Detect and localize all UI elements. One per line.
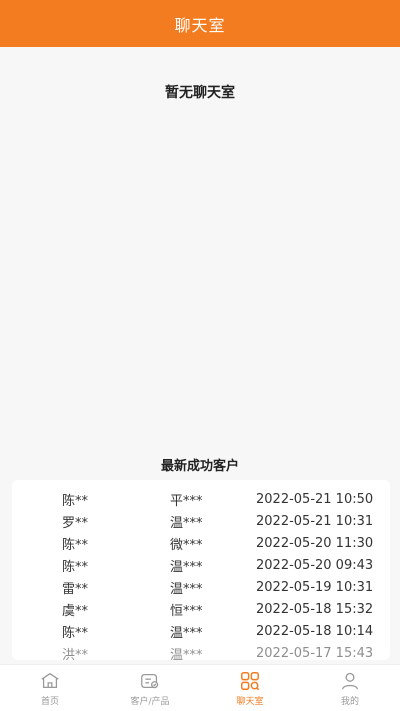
user-icon: [342, 672, 358, 689]
customer-name: 陈**: [62, 537, 89, 553]
agent-name: 温***: [170, 647, 203, 661]
empty-state-text: 暂无聊天室: [165, 85, 235, 101]
success-time: 2022-05-17 15:43: [256, 645, 374, 661]
tab-label: 聊天室: [236, 696, 264, 707]
app-header: 聊天室: [0, 0, 400, 47]
success-time: 2022-05-18 15:32: [256, 601, 374, 617]
agent-name: 平***: [170, 493, 203, 509]
list-item: 陈** 温*** 2022-05-20 09:43: [12, 554, 390, 576]
bottom-tab-bar: 首页 客户/产品 聊天室 我的: [0, 664, 400, 711]
customer-name: 陈**: [62, 559, 89, 575]
list-item: 雷** 温*** 2022-05-19 10:31: [12, 576, 390, 598]
customer-name: 罗**: [62, 515, 89, 531]
agent-name: 恒***: [170, 603, 203, 619]
agent-name: 温***: [170, 581, 203, 597]
success-time: 2022-05-20 09:43: [256, 557, 374, 573]
list-item: 陈** 微*** 2022-05-20 11:30: [12, 532, 390, 554]
tab-label: 我的: [340, 696, 359, 707]
list-item: 洪** 温*** 2022-05-17 15:43: [12, 642, 390, 661]
agent-name: 微***: [170, 537, 203, 553]
list-item: 陈** 温*** 2022-05-18 10:14: [12, 620, 390, 642]
tab-label: 首页: [40, 696, 59, 707]
customer-name: 雷**: [62, 581, 89, 597]
agent-name: 温***: [170, 515, 203, 531]
tab-customer-product[interactable]: 客户/产品: [100, 665, 200, 711]
tab-chatroom[interactable]: 聊天室: [200, 665, 300, 711]
customer-product-icon: [141, 673, 159, 688]
list-item: 罗** 温*** 2022-05-21 10:31: [12, 510, 390, 532]
tab-home[interactable]: 首页: [0, 665, 100, 711]
success-time: 2022-05-19 10:31: [256, 579, 374, 595]
agent-name: 温***: [170, 559, 203, 575]
customer-name: 虞**: [62, 603, 89, 619]
agent-name: 温***: [170, 625, 203, 641]
customer-name: 陈**: [62, 493, 89, 509]
recent-customers-list[interactable]: 陈** 平*** 2022-05-21 10:50 罗** 温*** 2022-…: [12, 480, 390, 660]
list-item: 陈** 平*** 2022-05-21 10:50: [12, 488, 390, 510]
customer-name: 洪**: [62, 647, 89, 661]
home-icon: [41, 672, 59, 688]
success-time: 2022-05-21 10:50: [256, 491, 374, 507]
page-title: 聊天室: [174, 15, 226, 35]
customer-name: 陈**: [62, 625, 89, 641]
success-time: 2022-05-21 10:31: [256, 513, 374, 529]
tab-label: 客户/产品: [130, 696, 170, 707]
success-time: 2022-05-20 11:30: [256, 535, 374, 551]
chatroom-grid-icon: [241, 671, 260, 690]
list-item: 虞** 恒*** 2022-05-18 15:32: [12, 598, 390, 620]
success-time: 2022-05-18 10:14: [256, 623, 374, 639]
tab-me[interactable]: 我的: [300, 665, 400, 711]
recent-customers-title: 最新成功客户: [160, 459, 239, 474]
